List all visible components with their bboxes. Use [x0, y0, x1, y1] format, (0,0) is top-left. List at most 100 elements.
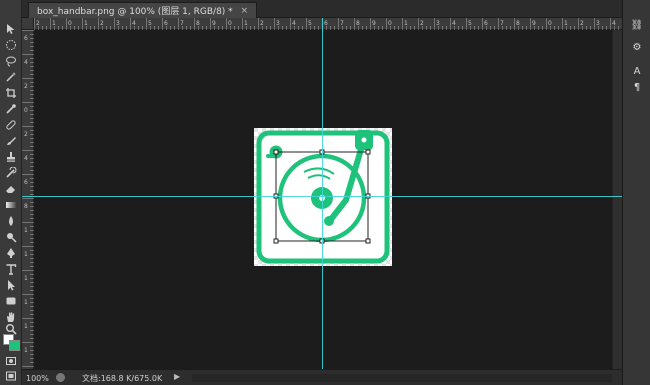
ruler-label: 7 [180, 20, 184, 27]
horizontal-guide[interactable] [22, 196, 622, 197]
move-tool-icon[interactable] [3, 22, 19, 35]
ruler-label: 8 [356, 20, 360, 27]
document-tab-title: box_handbar.png @ 100% (图层 1, RGB/8) * [37, 7, 233, 17]
gradient-tool-icon[interactable] [3, 198, 19, 211]
ruler-label: 5 [148, 20, 152, 27]
pen-tool-icon[interactable] [3, 246, 19, 259]
settings-icon: ⚙ [632, 41, 642, 53]
ruler-label: 8 [196, 20, 200, 27]
dodge-tool-icon[interactable] [3, 230, 19, 243]
horizontal-scrollbar[interactable] [192, 374, 612, 382]
ruler-label: 4 [24, 155, 28, 162]
tools-panel [0, 0, 22, 385]
ruler-label: 0 [68, 20, 72, 27]
ruler-label: 0 [388, 20, 392, 27]
ruler-label: 1 [244, 20, 248, 27]
status-bar: 100% 文档:168.8 K/675.0K ▶ [22, 369, 622, 385]
ruler-label: 3 [276, 20, 280, 27]
ruler-label: 1 [564, 20, 568, 27]
ruler-label: 5 [468, 20, 472, 27]
horizontal-ruler[interactable]: 21012345678901234567890123456789012345 [34, 18, 622, 30]
ruler-label: 4 [612, 20, 616, 27]
ruler-label: 0 [228, 20, 232, 27]
ruler-label: 2 [24, 83, 28, 90]
close-tab-icon[interactable]: × [241, 6, 249, 16]
ruler-label: 9 [372, 20, 376, 27]
document-info: 文档:168.8 K/675.0K [82, 372, 162, 384]
eraser-tool-icon[interactable] [3, 182, 19, 195]
ruler-label: 6 [164, 20, 168, 27]
ruler-label: 6 [484, 20, 488, 27]
ruler-label: 9 [212, 20, 216, 27]
panel-button-2[interactable]: ⚙ [629, 40, 645, 54]
panel-button-1[interactable]: ⛓ [629, 18, 645, 32]
ruler-label: 1 [24, 323, 28, 330]
paragraph-icon: ¶ [633, 81, 641, 93]
panel-button-paragraph[interactable]: ¶ [629, 80, 645, 94]
ruler-label: 2 [100, 20, 104, 27]
blur-tool-icon[interactable] [3, 214, 19, 227]
ruler-label: 4 [24, 59, 28, 66]
ruler-label: 6 [324, 20, 328, 27]
ruler-label: 7 [340, 20, 344, 27]
ruler-label: 7 [500, 20, 504, 27]
ruler-label: 1 [24, 227, 28, 234]
ruler-label: 3 [436, 20, 440, 27]
link-icon: ⛓ [630, 19, 644, 31]
vertical-scrollbar[interactable] [612, 30, 622, 369]
history-brush-tool-icon[interactable] [3, 166, 19, 179]
ruler-label: 8 [24, 203, 28, 210]
zoom-level: 100% [26, 373, 49, 383]
ruler-label: 4 [452, 20, 456, 27]
ruler-label: 1 [52, 20, 56, 27]
panel-button-character[interactable]: A [629, 64, 645, 78]
right-panel-dock: ⛓ ⚙ A ¶ [622, 0, 650, 385]
background-color-swatch[interactable] [9, 340, 20, 351]
vertical-ruler[interactable]: 6 4 2 0 2 4 6 8 1 1 1 1 1 1 [22, 30, 34, 369]
path-selection-tool-icon[interactable] [3, 278, 19, 291]
tonearm-head [324, 216, 334, 226]
status-menu-arrow-icon[interactable]: ▶ [174, 372, 180, 381]
document-image[interactable] [254, 128, 392, 266]
type-tool-icon[interactable] [3, 262, 19, 275]
ruler-label: 6 [24, 35, 28, 42]
ruler-label: 2 [24, 131, 28, 138]
document-tab[interactable]: box_handbar.png @ 100% (图层 1, RGB/8) * × [28, 2, 258, 18]
ruler-corner[interactable] [22, 18, 34, 30]
ruler-label: 4 [132, 20, 136, 27]
shape-tool-icon[interactable] [3, 294, 19, 307]
ruler-label: 6 [24, 179, 28, 186]
ruler-label: 1 [84, 20, 88, 27]
lasso-tool-icon[interactable] [3, 54, 19, 67]
vertical-guide[interactable] [322, 18, 323, 369]
ruler-label: 1 [24, 347, 28, 354]
ruler-label: 2 [420, 20, 424, 27]
document-size-text: 文档:168.8 K/675.0K [82, 373, 163, 383]
ruler-label: 1 [24, 275, 28, 282]
ruler-label: 3 [116, 20, 120, 27]
ruler-label: 2 [260, 20, 264, 27]
screen-mode-icon[interactable] [3, 369, 19, 382]
quick-mask-icon[interactable] [3, 354, 19, 367]
ruler-label: 3 [596, 20, 600, 27]
eyedropper-tool-icon[interactable] [3, 102, 19, 115]
ruler-label: 1 [24, 251, 28, 258]
crop-tool-icon[interactable] [3, 86, 19, 99]
canvas-area[interactable] [34, 30, 622, 369]
status-icon[interactable] [56, 373, 65, 382]
healing-brush-tool-icon[interactable] [3, 118, 19, 131]
clone-stamp-tool-icon[interactable] [3, 150, 19, 163]
ruler-label: 2 [580, 20, 584, 27]
magic-wand-tool-icon[interactable] [3, 70, 19, 83]
brush-tool-icon[interactable] [3, 134, 19, 147]
ruler-label: 9 [532, 20, 536, 27]
ruler-label: 1 [24, 299, 28, 306]
ruler-label: 4 [292, 20, 296, 27]
ruler-label: 0 [24, 107, 28, 114]
zoom-level-field[interactable]: 100% [26, 372, 50, 384]
ruler-label: 2 [36, 20, 40, 27]
ruler-label: 1 [404, 20, 408, 27]
marquee-tool-icon[interactable] [3, 38, 19, 51]
ruler-label: 5 [308, 20, 312, 27]
ruler-label: 8 [516, 20, 520, 27]
